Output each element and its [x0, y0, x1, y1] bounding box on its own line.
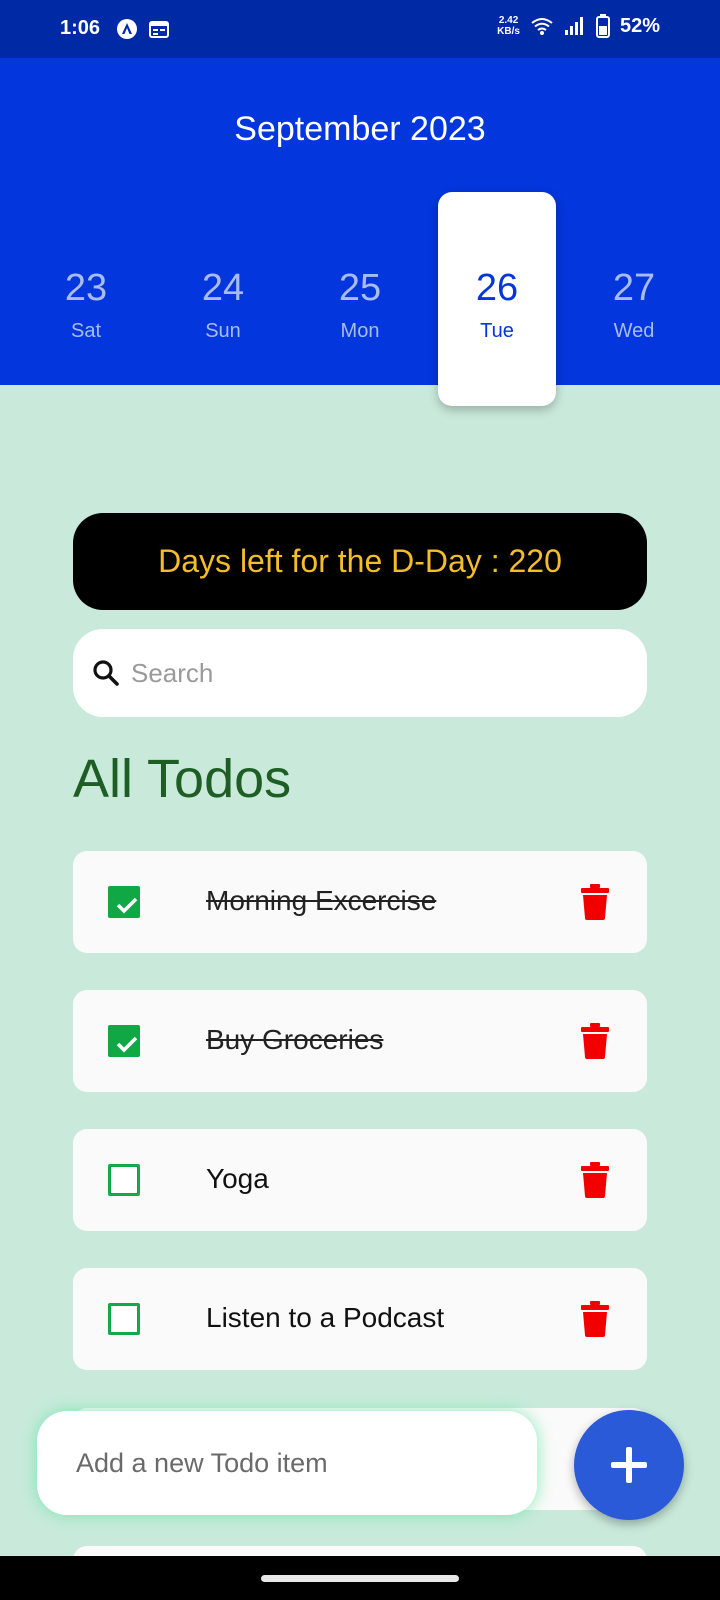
- todo-checkbox[interactable]: [108, 886, 140, 918]
- add-todo-input[interactable]: [74, 1446, 518, 1480]
- battery-percent: 52%: [619, 14, 660, 37]
- dday-text: Days left for the D-Day : 220: [158, 543, 562, 579]
- todo-item: Morning Excercise: [73, 851, 647, 953]
- plus-icon: [611, 1447, 647, 1483]
- date-number: 23: [64, 267, 108, 309]
- todo-checkbox[interactable]: [108, 1164, 140, 1196]
- wifi-icon: [531, 18, 553, 35]
- trash-icon[interactable]: [580, 1023, 610, 1059]
- date-weekday: Tue: [480, 320, 514, 342]
- date-weekday: Sun: [205, 320, 241, 342]
- date-weekday: Mon: [340, 320, 380, 342]
- date-number: 25: [338, 267, 382, 309]
- network-speed-value: 2.42: [498, 15, 519, 26]
- check-icon: [116, 1036, 138, 1053]
- app-notification-icon: [117, 19, 137, 39]
- todo-checkbox[interactable]: [108, 1303, 140, 1335]
- date-item-26-selected[interactable]: 26 Tue: [438, 192, 556, 406]
- date-item-23[interactable]: 23 Sat: [27, 267, 145, 343]
- date-strip[interactable]: 23 Sat 24 Sun 25 Mon 26 Tue 27 Wed: [0, 58, 720, 406]
- calendar-notification-icon: [149, 21, 169, 38]
- trash-icon[interactable]: [580, 884, 610, 920]
- signal-icon: [564, 17, 583, 35]
- status-right-group: 2.42 KB/s 52%: [497, 14, 660, 38]
- todo-checkbox[interactable]: [108, 1025, 140, 1057]
- status-bar: 1:06 2.42 KB/s 52%: [0, 0, 720, 58]
- todo-label[interactable]: Yoga: [206, 1163, 269, 1195]
- status-time: 1:06: [60, 17, 101, 39]
- trash-icon[interactable]: [580, 1162, 610, 1198]
- todo-item: Yoga: [73, 1129, 647, 1231]
- todo-label[interactable]: Listen to a Podcast: [206, 1302, 444, 1334]
- network-speed-unit: KB/s: [497, 26, 520, 37]
- add-todo-button[interactable]: [574, 1410, 684, 1520]
- home-indicator[interactable]: [261, 1575, 459, 1582]
- date-number: 27: [612, 267, 656, 309]
- battery-icon: [595, 14, 610, 38]
- todo-label[interactable]: Morning Excercise: [206, 885, 436, 917]
- search-icon: [93, 660, 119, 686]
- date-weekday: Sat: [70, 320, 102, 342]
- date-number: 24: [201, 267, 245, 309]
- check-icon: [116, 897, 138, 914]
- search-input[interactable]: [129, 656, 573, 690]
- calendar-header: September 2023 23 Sat 24 Sun 25 Mon 26 T…: [0, 58, 720, 406]
- date-item-27[interactable]: 27 Wed: [575, 267, 693, 343]
- date-weekday: Wed: [613, 320, 655, 342]
- add-todo-bar[interactable]: [37, 1411, 537, 1515]
- todo-label[interactable]: Buy Groceries: [206, 1024, 383, 1056]
- date-item-24[interactable]: 24 Sun: [164, 267, 282, 343]
- search-bar[interactable]: [73, 629, 647, 717]
- date-number: 26: [475, 267, 519, 309]
- status-notification-icons: [116, 18, 170, 40]
- navigation-bar: [0, 1556, 720, 1600]
- section-title: All Todos: [73, 749, 292, 809]
- network-speed: 2.42 KB/s: [497, 15, 520, 37]
- trash-icon[interactable]: [580, 1301, 610, 1337]
- todo-item: Listen to a Podcast: [73, 1268, 647, 1370]
- date-item-25[interactable]: 25 Mon: [301, 267, 419, 343]
- todo-item: Buy Groceries: [73, 990, 647, 1092]
- dday-banner: Days left for the D-Day : 220: [73, 513, 647, 610]
